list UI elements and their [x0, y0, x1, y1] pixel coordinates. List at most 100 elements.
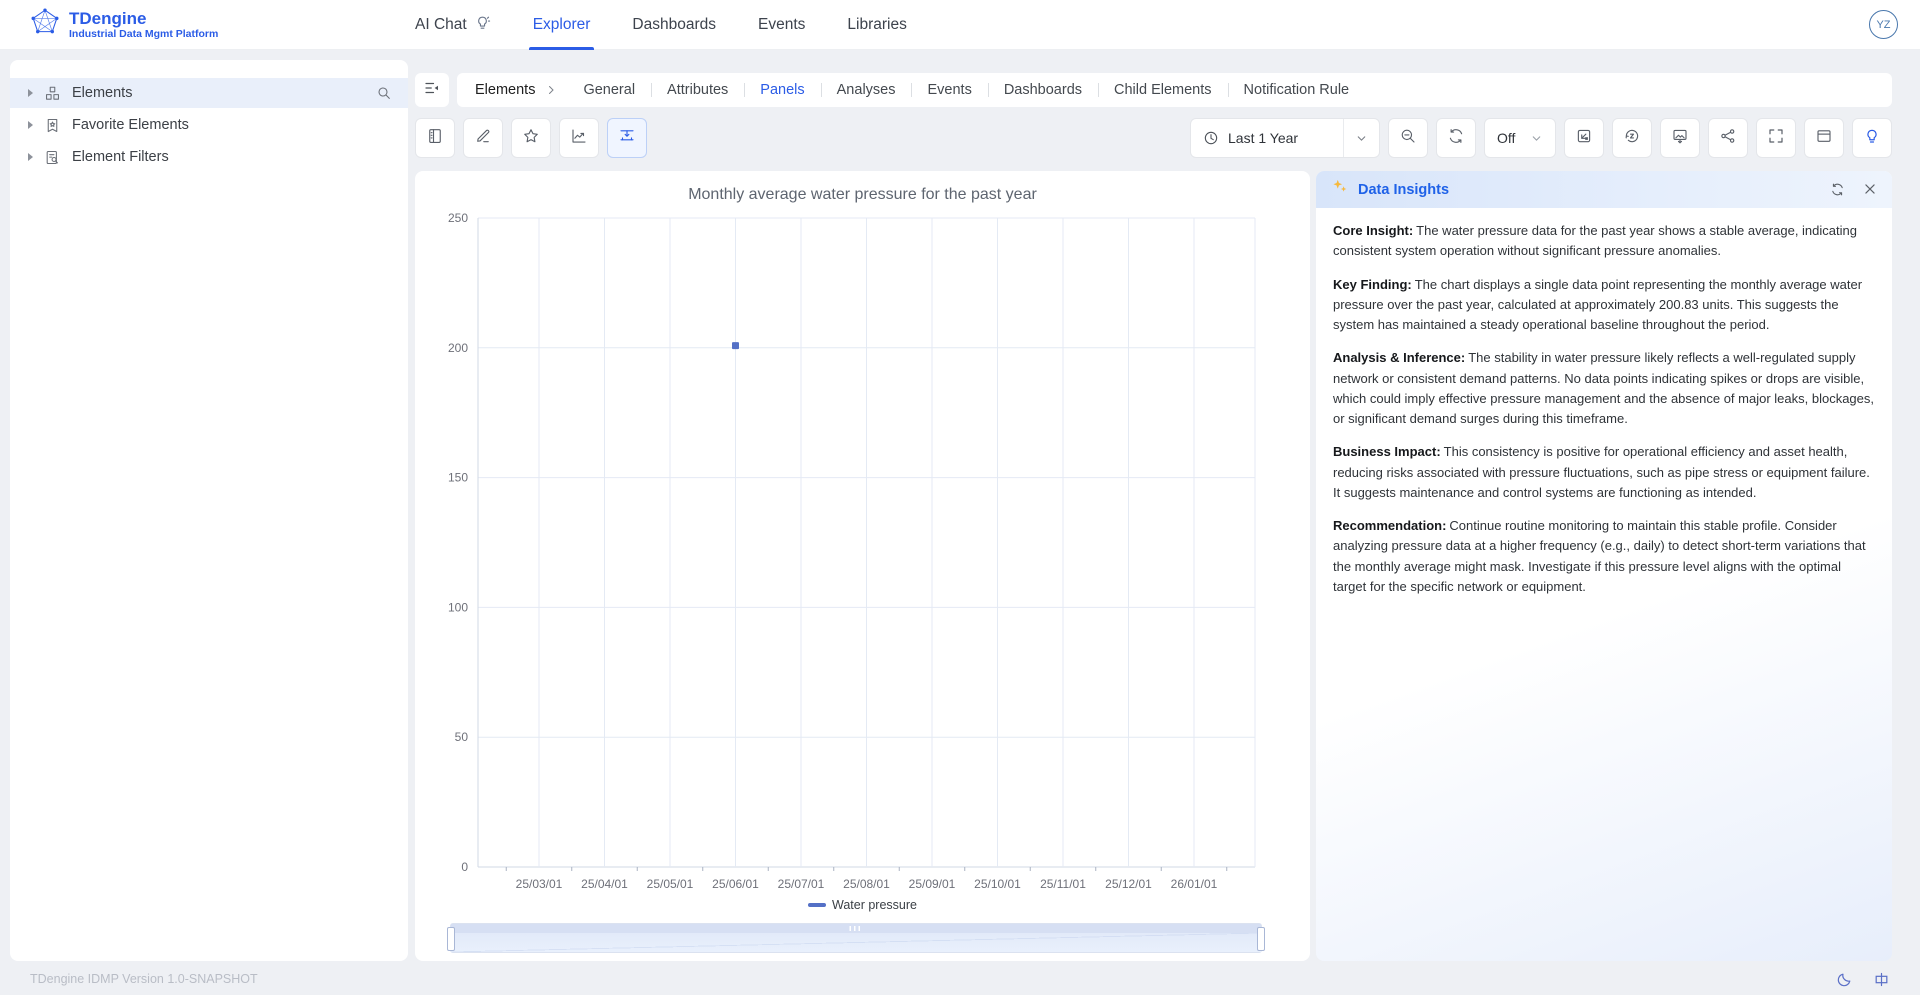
- refresh-button[interactable]: [1436, 118, 1476, 158]
- tdengine-logo-icon: [30, 7, 60, 42]
- sparkles-icon: [1331, 178, 1349, 201]
- auto-refresh-value: Off: [1497, 130, 1515, 146]
- time-range-select[interactable]: Last 1 Year: [1190, 118, 1380, 158]
- datazoom-slider[interactable]: [450, 923, 1262, 953]
- fullscreen-button[interactable]: [1756, 118, 1796, 158]
- collapse-panel-icon: [423, 79, 441, 102]
- sidebar-item-label: Favorite Elements: [72, 117, 189, 133]
- insights-refresh-button[interactable]: [1830, 182, 1845, 197]
- top-bar: TDengine Industrial Data Mgmt Platform A…: [0, 0, 1920, 50]
- distribution-button[interactable]: [607, 118, 647, 158]
- tab-dashboards[interactable]: Dashboards: [988, 82, 1098, 98]
- favorite-bookmark-icon: [44, 117, 61, 134]
- report-button[interactable]: [415, 118, 455, 158]
- x-axis-label: 25/05/01: [647, 877, 694, 891]
- x-axis-label: 25/09/01: [909, 877, 956, 891]
- search-icon[interactable]: [376, 85, 392, 101]
- tab-child-elements[interactable]: Child Elements: [1098, 82, 1228, 98]
- fullscreen-icon: [1767, 127, 1785, 150]
- insights-header: Data Insights: [1316, 171, 1892, 208]
- box-arrow-icon: [1575, 127, 1593, 150]
- nav-item-events[interactable]: Events: [758, 0, 805, 50]
- caret-right-icon[interactable]: [28, 153, 33, 161]
- datazoom-handle-right[interactable]: [1257, 927, 1265, 951]
- legend-item-water-pressure[interactable]: Water pressure: [415, 898, 1310, 912]
- notebook-icon: [426, 127, 444, 150]
- element-tree-sidebar: Elements Favorite Elements: [10, 60, 408, 961]
- share-icon: [1719, 127, 1737, 150]
- breadcrumb-root[interactable]: Elements: [475, 82, 535, 98]
- clock-icon: [1203, 130, 1219, 146]
- tab-events[interactable]: Events: [911, 82, 987, 98]
- sidebar-item-favorite-elements[interactable]: Favorite Elements: [10, 110, 408, 140]
- data-insights-panel: Data Insights Core Insight:The water pre…: [1316, 171, 1892, 961]
- share-button[interactable]: [1708, 118, 1748, 158]
- insight-section-recommendation: Recommendation:Continue routine monitori…: [1333, 516, 1875, 597]
- zoom-out-button[interactable]: [1388, 118, 1428, 158]
- tab-analyses[interactable]: Analyses: [821, 82, 912, 98]
- trend-chart-button[interactable]: [559, 118, 599, 158]
- nav-item-libraries[interactable]: Libraries: [847, 0, 906, 50]
- nav-item-ai-chat[interactable]: AI Chat: [415, 0, 491, 50]
- y-axis-label: 200: [448, 341, 468, 355]
- star-icon: [522, 127, 540, 150]
- x-axis-label: 26/01/01: [1171, 877, 1218, 891]
- nav-item-explorer[interactable]: Explorer: [533, 0, 591, 50]
- y-axis-label: 100: [448, 600, 468, 614]
- zoom-out-icon: [1399, 127, 1417, 150]
- insights-body: Core Insight:The water pressure data for…: [1316, 208, 1892, 597]
- chevron-down-icon: [1343, 119, 1379, 157]
- brand-tagline: Industrial Data Mgmt Platform: [69, 28, 218, 40]
- tab-panels[interactable]: Panels: [744, 82, 820, 98]
- y-axis-label: 50: [455, 730, 469, 744]
- y-axis-label: 150: [448, 471, 468, 485]
- caret-right-icon[interactable]: [28, 89, 33, 97]
- tab-attributes[interactable]: Attributes: [651, 82, 744, 98]
- main-nav: AI Chat Explorer Dashboards Events Libra…: [415, 0, 907, 50]
- time-range-value: Last 1 Year: [1228, 130, 1343, 146]
- image-download-icon: [1671, 127, 1689, 150]
- edit-button[interactable]: [463, 118, 503, 158]
- y-axis-label: 0: [461, 860, 468, 874]
- chart-line-icon: [570, 127, 588, 150]
- legend-marker: [808, 903, 826, 907]
- language-toggle[interactable]: [1873, 971, 1890, 988]
- filter-search-doc-icon: [44, 149, 61, 166]
- refresh-icon: [1447, 127, 1465, 150]
- datazoom-grip[interactable]: [850, 926, 863, 931]
- brand-logo[interactable]: TDengine Industrial Data Mgmt Platform: [30, 7, 218, 42]
- chart-plot: 05010015020025025/03/0125/04/0125/05/012…: [415, 171, 1310, 961]
- save-image-button[interactable]: [1660, 118, 1700, 158]
- version-label: TDengine IDMP Version 1.0-SNAPSHOT: [30, 972, 258, 986]
- bulb-icon: [1863, 127, 1881, 150]
- ai-insights-button[interactable]: [1852, 118, 1892, 158]
- panel-toolbar: Last 1 Year: [415, 118, 1892, 158]
- history-button[interactable]: [1612, 118, 1652, 158]
- datazoom-handle-left[interactable]: [447, 927, 455, 951]
- insight-section-key-finding: Key Finding:The chart displays a single …: [1333, 275, 1875, 336]
- export-view-button[interactable]: [1564, 118, 1604, 158]
- distribution-icon: [618, 127, 636, 150]
- sidebar-item-label: Element Filters: [72, 149, 169, 165]
- collapse-sidebar-button[interactable]: [415, 73, 449, 107]
- insight-section-business-impact: Business Impact:This consistency is posi…: [1333, 442, 1875, 503]
- tab-notification-rule[interactable]: Notification Rule: [1228, 82, 1366, 98]
- chart-panel: Monthly average water pressure for the p…: [415, 171, 1310, 961]
- caret-right-icon[interactable]: [28, 121, 33, 129]
- panel-layout-button[interactable]: [1804, 118, 1844, 158]
- user-avatar[interactable]: YZ: [1869, 10, 1898, 39]
- sidebar-item-element-filters[interactable]: Element Filters: [10, 142, 408, 172]
- auto-refresh-select[interactable]: Off: [1484, 118, 1556, 158]
- chevron-down-icon: [1530, 132, 1543, 145]
- sidebar-item-elements[interactable]: Elements: [10, 78, 408, 108]
- x-axis-label: 25/06/01: [712, 877, 759, 891]
- nav-item-dashboards[interactable]: Dashboards: [632, 0, 716, 50]
- dark-mode-toggle[interactable]: [1836, 971, 1853, 988]
- tab-general[interactable]: General: [567, 82, 651, 98]
- favorite-button[interactable]: [511, 118, 551, 158]
- insights-close-button[interactable]: [1863, 182, 1877, 197]
- x-axis-label: 25/03/01: [516, 877, 563, 891]
- chevron-right-icon: [545, 84, 557, 96]
- sidebar-item-label: Elements: [72, 85, 132, 101]
- brand-name: TDengine: [69, 9, 218, 29]
